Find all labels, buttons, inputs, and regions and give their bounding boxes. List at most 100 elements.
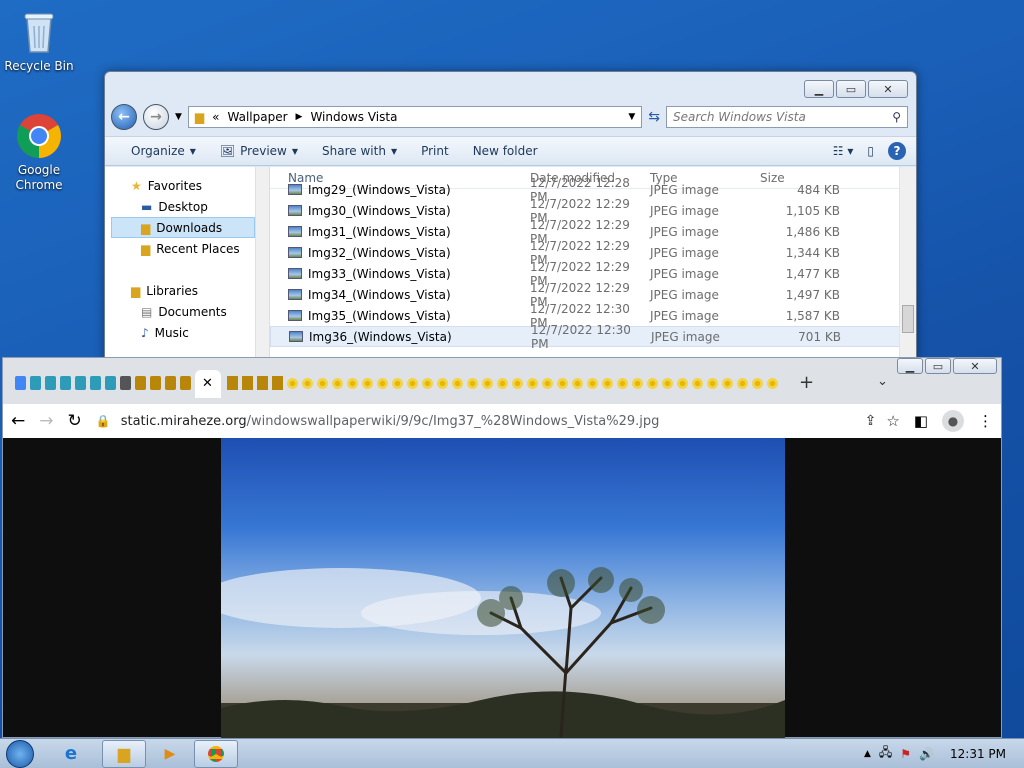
- tab-favicon[interactable]: [632, 378, 643, 389]
- bookmark-star-icon[interactable]: ☆: [886, 412, 899, 430]
- tab-favicon[interactable]: [257, 376, 268, 390]
- tab-favicon[interactable]: [557, 378, 568, 389]
- nav-desktop[interactable]: ▬ Desktop: [105, 196, 269, 217]
- tab-favicon[interactable]: [662, 378, 673, 389]
- tab-favicon[interactable]: [407, 378, 418, 389]
- help-icon[interactable]: ?: [888, 142, 906, 160]
- tab-favicon[interactable]: [180, 376, 191, 390]
- print-button[interactable]: Print: [409, 144, 461, 158]
- tab-favicon[interactable]: [452, 378, 463, 389]
- address-bar[interactable]: 🔒 static.miraheze.org/windowswallpaperwi…: [96, 407, 900, 435]
- tab-favicon[interactable]: [227, 376, 238, 390]
- tab-favicon[interactable]: [90, 376, 101, 390]
- tab-favicon[interactable]: [752, 378, 763, 389]
- tab-favicon[interactable]: [120, 376, 131, 390]
- tab-favicon[interactable]: [587, 378, 598, 389]
- breadcrumb-overflow-icon[interactable]: «: [212, 110, 219, 124]
- nav-recent-places[interactable]: ▆ Recent Places: [105, 238, 269, 259]
- tab-favicon[interactable]: [377, 378, 388, 389]
- minimize-button[interactable]: ▁: [804, 80, 834, 98]
- taskbar-ie[interactable]: e: [42, 740, 100, 768]
- nav-scrollbar[interactable]: [255, 167, 269, 360]
- show-hidden-icons-icon[interactable]: ▲: [864, 749, 871, 759]
- history-dropdown-icon[interactable]: ▼: [175, 112, 182, 122]
- tab-favicon[interactable]: [165, 376, 176, 390]
- tab-favicon[interactable]: [347, 378, 358, 389]
- tab-favicon[interactable]: [617, 378, 628, 389]
- tab-favicon[interactable]: [542, 378, 553, 389]
- tab-favicon[interactable]: [287, 378, 298, 389]
- new-folder-button[interactable]: New folder: [461, 144, 550, 158]
- tab-favicon[interactable]: [737, 378, 748, 389]
- tab-search-icon[interactable]: ⌄: [877, 374, 888, 389]
- profile-avatar-icon[interactable]: ●: [942, 410, 964, 432]
- volume-icon[interactable]: 🔊: [919, 747, 934, 761]
- file-list-scrollbar[interactable]: [899, 167, 916, 360]
- breadcrumb-windows-vista[interactable]: Windows Vista: [310, 110, 397, 124]
- file-row[interactable]: Img36_(Windows_Vista) 12/7/2022 12:30 PM J…: [270, 323, 916, 351]
- tab-favicon[interactable]: [105, 376, 116, 390]
- tab-favicon[interactable]: [45, 376, 56, 390]
- preview-button[interactable]: 🖼 Preview ▼: [208, 144, 310, 158]
- chrome-close-button[interactable]: ✕: [953, 358, 997, 374]
- chrome-minimize-button[interactable]: ▁: [897, 358, 923, 374]
- tab-favicon[interactable]: [392, 378, 403, 389]
- menu-kebab-icon[interactable]: ⋮: [978, 412, 993, 430]
- desktop-icon-recycle-bin[interactable]: Recycle Bin: [1, 8, 77, 73]
- search-input[interactable]: Search Windows Vista ⚲: [666, 106, 908, 128]
- breadcrumb-wallpaper[interactable]: Wallpaper: [228, 110, 288, 124]
- tab-favicon[interactable]: [242, 376, 253, 390]
- tab-favicon[interactable]: [272, 376, 283, 390]
- tab-close-icon[interactable]: ✕: [202, 376, 213, 391]
- breadcrumb-separator-icon[interactable]: ▶: [296, 112, 303, 122]
- clock[interactable]: 12:31 PM: [950, 747, 1006, 761]
- nav-downloads[interactable]: ▆ Downloads: [111, 217, 255, 238]
- chrome-maximize-button[interactable]: ▭: [925, 358, 951, 374]
- tab-favicon[interactable]: [692, 378, 703, 389]
- network-icon[interactable]: 🖧: [879, 743, 892, 764]
- nav-libraries[interactable]: ▆ Libraries: [105, 280, 269, 301]
- tab-favicon[interactable]: [512, 378, 523, 389]
- tab-favicon[interactable]: [527, 378, 538, 389]
- tab-favicon[interactable]: [422, 378, 433, 389]
- share-icon[interactable]: ⇪: [865, 413, 877, 429]
- tab-favicon[interactable]: [722, 378, 733, 389]
- active-tab[interactable]: ✕: [195, 370, 221, 398]
- tab-favicon[interactable]: [437, 378, 448, 389]
- taskbar-explorer[interactable]: ▆: [102, 739, 146, 768]
- tab-favicon[interactable]: [30, 376, 41, 390]
- explorer-window[interactable]: ▁ ▭ ✕ ← → ▼ ▆ « Wallpaper ▶ Windows Vist…: [104, 71, 917, 361]
- tab-favicon[interactable]: [362, 378, 373, 389]
- tab-favicon[interactable]: [15, 376, 26, 390]
- maximize-button[interactable]: ▭: [836, 80, 866, 98]
- tab-favicon[interactable]: [317, 378, 328, 389]
- new-tab-button[interactable]: +: [799, 372, 814, 393]
- tab-favicon[interactable]: [647, 378, 658, 389]
- start-button[interactable]: [0, 739, 40, 768]
- preview-pane-icon[interactable]: ▯: [867, 144, 874, 158]
- tab-favicon[interactable]: [677, 378, 688, 389]
- address-bar[interactable]: ▆ « Wallpaper ▶ Windows Vista ▼: [187, 106, 643, 128]
- organize-button[interactable]: Organize ▼: [119, 144, 208, 158]
- tab-favicon[interactable]: [302, 378, 313, 389]
- share-with-button[interactable]: Share with ▼: [310, 144, 409, 158]
- tab-favicon[interactable]: [482, 378, 493, 389]
- tab-favicon[interactable]: [150, 376, 161, 390]
- taskbar-chrome[interactable]: [194, 739, 238, 768]
- desktop-icon-google-chrome[interactable]: Google Chrome: [1, 112, 77, 193]
- tab-favicon[interactable]: [467, 378, 478, 389]
- nav-documents[interactable]: ▤ Documents: [105, 301, 269, 322]
- tab-favicon[interactable]: [572, 378, 583, 389]
- tab-favicon[interactable]: [707, 378, 718, 389]
- reload-icon[interactable]: ↻: [68, 411, 82, 431]
- forward-button[interactable]: →: [143, 104, 169, 130]
- action-center-icon[interactable]: ⚑: [900, 747, 911, 761]
- taskbar-media-player[interactable]: ▶: [148, 740, 192, 768]
- chrome-window[interactable]: ▁ ▭ ✕ ✕ + ⌄ ← → ↻ 🔒 static.miraheze.org/…: [2, 357, 1002, 739]
- tab-favicon[interactable]: [75, 376, 86, 390]
- tab-favicon[interactable]: [497, 378, 508, 389]
- nav-favorites[interactable]: ★ Favorites: [105, 175, 269, 196]
- tab-favicon[interactable]: [332, 378, 343, 389]
- tab-favicon[interactable]: [135, 376, 146, 390]
- view-options-icon[interactable]: ☷ ▾: [833, 144, 854, 158]
